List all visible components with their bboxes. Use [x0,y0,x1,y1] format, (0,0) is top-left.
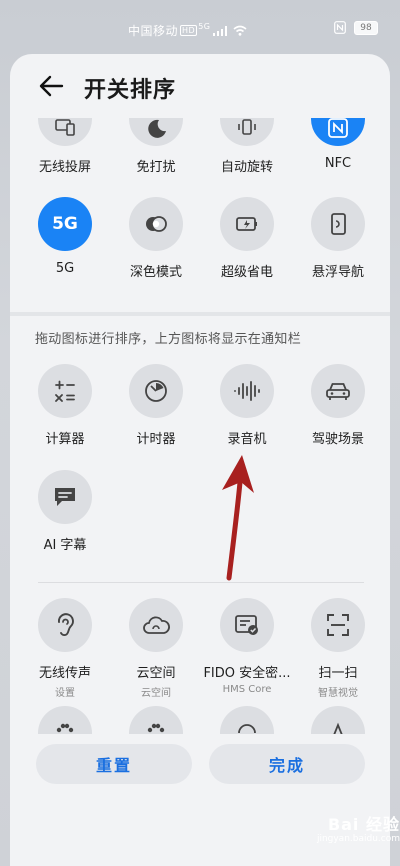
tile-voice-recorder[interactable]: 录音机 [202,364,292,447]
tile-fido-security-key[interactable]: FIDO 安全密... HMS Core [202,598,292,695]
tile-label: 计算器 [45,432,85,447]
tile-wireless-audio[interactable]: 无线传声 设置 [20,598,110,699]
nfc-icon [311,118,365,146]
scan-icon [311,598,365,652]
floating-nav-icon [311,197,365,251]
battery-saver-icon [220,197,274,251]
cloud-icon [129,598,183,652]
tile-floating-navigation[interactable]: 悬浮导航 [293,197,383,280]
ear-icon [38,598,92,652]
active-switches-grid: 无线投屏 免打扰 自动旋转 NFC 5G 5G 深色模式 超级省电 悬浮导航 [10,118,390,314]
tile-label: AI 字幕 [43,538,87,553]
wifi-icon [232,25,247,39]
tile-driving-mode[interactable]: 驾驶场景 [293,364,383,447]
tile-dark-mode[interactable]: 深色模式 [111,197,201,280]
header: 开关排序 [10,54,390,118]
tile-ai-subtitle[interactable]: AI 字幕 [20,470,110,553]
tile-label: 驾驶场景 [311,432,364,447]
tile-cloud-space[interactable]: 云空间 云空间 [111,598,201,699]
status-bar: 中国移动 HD 5G 98 [0,0,400,58]
tile-timer[interactable]: 计时器 [111,364,201,447]
sort-hint-text: 拖动图标进行排序，上方图标将显示在通知栏 [35,332,302,347]
timer-icon [129,364,183,418]
section-separator [38,582,364,583]
screen-cast-icon [38,118,92,146]
5g-icon: 5G [38,197,92,251]
tile-label: 悬浮导航 [311,265,364,280]
dark-mode-icon [129,197,183,251]
network-type: 5G [198,22,211,31]
back-button[interactable] [36,68,72,104]
watermark-url: jingyan.baidu.com [316,834,400,845]
voice-recorder-icon [220,364,274,418]
tile-super-power-saving[interactable]: 超级省电 [202,197,292,280]
tile-calculator[interactable]: 计算器 [20,364,110,447]
car-icon [311,364,365,418]
tile-source: 设置 [55,688,75,699]
tile-label: 免打扰 [136,160,176,175]
carrier-group: 中国移动 HD 5G [128,22,247,39]
tile-source: HMS Core [222,684,272,695]
tile-do-not-disturb[interactable]: 免打扰 [111,118,201,175]
tile-source: 智慧视觉 [318,688,358,699]
tile-label: 扫一扫 [318,666,358,681]
moon-icon [129,118,183,146]
tile-label: 超级省电 [220,265,273,280]
tile-label: NFC [324,156,352,171]
carrier-name: 中国移动 [128,24,179,38]
tile-scan[interactable]: 扫一扫 智慧视觉 [293,598,383,699]
signal-icon [212,25,227,39]
calculator-icon [38,364,92,418]
sort-switches-panel: 开关排序 无线投屏 免打扰 自动旋转 NFC 5G 5G 深色模式 超级省电 悬… [10,54,390,866]
tile-label: 5G [55,261,75,276]
tile-label: 无线投屏 [38,160,91,175]
available-switches-grid: 无线传声 设置 云空间 云空间 FIDO 安全密... HMS Core 扫一扫… [10,590,390,740]
tile-source: 云空间 [141,688,171,699]
tile-label: 云空间 [136,666,176,681]
tile-label: 自动旋转 [220,160,273,175]
tile-label: 计时器 [136,432,176,447]
section-divider [10,312,390,316]
tile-nfc[interactable]: NFC [293,118,383,171]
reset-button[interactable]: 重置 [36,744,192,784]
tile-screen-cast[interactable]: 无线投屏 [20,118,110,175]
hd-badge: HD [180,25,198,36]
watermark: Bai 经验 jingyan.baidu.com [280,815,400,845]
security-key-icon [220,598,274,652]
inactive-switches-grid: 计算器 计时器 录音机 驾驶场景 AI 字幕 [10,354,390,584]
tile-5g[interactable]: 5G 5G [20,197,110,276]
tile-label: 无线传声 [38,666,91,681]
rotate-icon [220,118,274,146]
watermark-brand: Bai 经验 [327,815,400,834]
battery-icon: 98 [354,21,378,35]
page-title: 开关排序 [84,78,177,103]
back-arrow-icon [39,75,64,97]
5g-icon-text: 5G [52,214,78,234]
bottom-action-bar: 重置 完成 [10,734,390,866]
tile-label: 深色模式 [129,265,182,280]
tile-label: FIDO 安全密... [203,666,291,681]
tile-auto-rotate[interactable]: 自动旋转 [202,118,292,175]
tile-label: 录音机 [227,432,267,447]
nfc-status-icon [334,21,346,37]
done-button[interactable]: 完成 [209,744,365,784]
subtitle-icon [38,470,92,524]
